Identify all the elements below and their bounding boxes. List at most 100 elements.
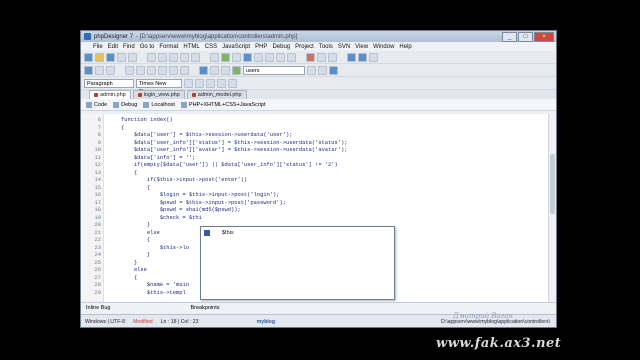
code-line[interactable]: if(empty($data['user']) || $data['user_i… bbox=[121, 162, 338, 169]
paste-icon[interactable] bbox=[169, 52, 178, 62]
underline-icon[interactable] bbox=[147, 65, 156, 75]
step-over-icon[interactable] bbox=[328, 52, 337, 62]
anchor-icon[interactable] bbox=[95, 65, 104, 75]
outdent-icon[interactable] bbox=[265, 52, 274, 62]
menu-item-file[interactable]: File bbox=[93, 44, 103, 50]
italic-icon[interactable] bbox=[136, 65, 145, 75]
code-line[interactable]: } bbox=[121, 260, 137, 267]
debug-menu[interactable]: Debug bbox=[113, 101, 137, 108]
code-line[interactable]: else bbox=[121, 267, 147, 274]
breakpoints-tab[interactable]: Breakpoints bbox=[190, 305, 219, 311]
menu-item-css[interactable]: CSS bbox=[205, 44, 217, 50]
code-line[interactable]: $name = 'main bbox=[121, 282, 189, 289]
query-icon[interactable] bbox=[318, 65, 327, 75]
host-select[interactable]: Localhost bbox=[143, 101, 175, 108]
copy-icon[interactable] bbox=[158, 52, 167, 62]
menu-item-debug[interactable]: Debug bbox=[272, 44, 290, 50]
browser-icon[interactable] bbox=[243, 52, 252, 62]
menu-item-view[interactable]: View bbox=[355, 44, 368, 50]
code-line[interactable]: $this->lo bbox=[121, 245, 189, 252]
save-icon[interactable] bbox=[106, 52, 115, 62]
code-line[interactable]: { bbox=[121, 185, 150, 192]
file-tab[interactable]: admin_model.php bbox=[186, 90, 247, 99]
syntax-select[interactable]: PHP+XHTML+CSS+JavaScript bbox=[180, 101, 266, 108]
cut-icon[interactable] bbox=[147, 52, 156, 62]
line-break-icon[interactable] bbox=[228, 78, 237, 88]
close-button[interactable]: × bbox=[534, 32, 554, 42]
code-line[interactable]: $check = $thi bbox=[121, 215, 202, 222]
vertical-scrollbar[interactable] bbox=[548, 114, 556, 302]
maximize-button[interactable]: □ bbox=[518, 32, 533, 42]
menu-item-go-to[interactable]: Go to bbox=[140, 44, 155, 50]
indent-icon[interactable] bbox=[254, 52, 263, 62]
font-color-icon[interactable] bbox=[195, 78, 204, 88]
help-icon[interactable] bbox=[369, 52, 378, 62]
bg-color-icon[interactable] bbox=[206, 78, 215, 88]
undo-icon[interactable] bbox=[180, 52, 189, 62]
code-line[interactable]: $login = $this->input->post('login'); bbox=[121, 192, 280, 199]
menu-item-javascript[interactable]: JavaScript bbox=[222, 44, 250, 50]
bold-icon[interactable] bbox=[125, 65, 134, 75]
menu-item-svn[interactable]: SVN bbox=[338, 44, 350, 50]
inline-bug-tab[interactable]: Inline Bug bbox=[86, 305, 110, 311]
menu-item-help[interactable]: Help bbox=[399, 44, 411, 50]
encoding-status[interactable]: Windows | UTF-8 bbox=[81, 319, 129, 325]
new-file-icon[interactable] bbox=[84, 52, 93, 62]
menu-item-edit[interactable]: Edit bbox=[108, 44, 118, 50]
image-icon[interactable] bbox=[106, 65, 115, 75]
code-line[interactable]: function index() bbox=[121, 117, 173, 124]
align-center-icon[interactable] bbox=[169, 65, 178, 75]
scroll-thumb[interactable] bbox=[550, 154, 555, 214]
align-left-icon[interactable] bbox=[158, 65, 167, 75]
autocomplete-item[interactable]: $this bbox=[201, 229, 394, 237]
db-icon[interactable] bbox=[307, 65, 316, 75]
table-select[interactable]: users bbox=[243, 65, 305, 75]
autocomplete-popup[interactable]: $this bbox=[200, 226, 395, 300]
step-icon[interactable] bbox=[317, 52, 326, 62]
code-line[interactable]: { bbox=[121, 125, 124, 132]
align-right-icon[interactable] bbox=[180, 65, 189, 75]
save-all-icon[interactable] bbox=[117, 52, 126, 62]
code-line[interactable]: $data['user'] = $this->session->userdata… bbox=[121, 132, 293, 139]
font-size-icon[interactable] bbox=[184, 78, 193, 88]
form-icon[interactable] bbox=[210, 65, 219, 75]
code-editor[interactable]: function index(){ $data['user'] = $this-… bbox=[81, 114, 556, 302]
code-line[interactable]: } bbox=[121, 222, 150, 229]
code-line[interactable]: { bbox=[121, 237, 150, 244]
bookmark-icon[interactable] bbox=[287, 52, 296, 62]
style-select[interactable]: Paragraph bbox=[84, 78, 134, 88]
menu-item-tools[interactable]: Tools bbox=[319, 44, 333, 50]
menu-item-window[interactable]: Window bbox=[373, 44, 394, 50]
print-icon[interactable] bbox=[128, 52, 137, 62]
code-line[interactable]: $this->templ bbox=[121, 290, 186, 297]
code-line[interactable]: if($this->input->post('enter')) bbox=[121, 177, 247, 184]
code-line[interactable]: else bbox=[121, 230, 160, 237]
debug-icon[interactable] bbox=[306, 52, 315, 62]
layout-icon[interactable] bbox=[347, 52, 356, 62]
menu-item-html[interactable]: HTML bbox=[183, 44, 199, 50]
stop-icon[interactable] bbox=[232, 52, 241, 62]
file-tab[interactable]: login_view.php bbox=[132, 90, 185, 99]
font-select[interactable]: Times New Rom bbox=[136, 78, 182, 95]
refresh-icon[interactable] bbox=[329, 65, 338, 75]
code-line[interactable]: } bbox=[121, 252, 150, 259]
table-icon[interactable] bbox=[199, 65, 208, 75]
html-icon[interactable] bbox=[84, 65, 93, 75]
code-line[interactable]: $data['user_info']['status'] = $this->se… bbox=[121, 140, 348, 147]
menu-item-php[interactable]: PHP bbox=[255, 44, 267, 50]
menu-item-find[interactable]: Find bbox=[123, 44, 135, 50]
code-line[interactable]: { bbox=[121, 170, 137, 177]
code-view-tab[interactable]: Code bbox=[86, 101, 107, 108]
panel-icon[interactable] bbox=[358, 52, 367, 62]
menu-item-project[interactable]: Project bbox=[295, 44, 314, 50]
file-tab[interactable]: admin.php bbox=[89, 90, 131, 99]
redo-icon[interactable] bbox=[191, 52, 200, 62]
code-line[interactable]: { bbox=[121, 275, 137, 282]
open-folder-icon[interactable] bbox=[95, 52, 104, 62]
code-line[interactable]: $pswd = sha1(md5($pswd)); bbox=[121, 207, 241, 214]
code-line[interactable]: $data['user_info']['avatar'] = $this->se… bbox=[121, 147, 348, 154]
menu-item-format[interactable]: Format bbox=[159, 44, 178, 50]
paragraph-icon[interactable] bbox=[217, 78, 226, 88]
code-line[interactable]: $data['info'] = ''; bbox=[121, 155, 195, 162]
comment-icon[interactable] bbox=[276, 52, 285, 62]
